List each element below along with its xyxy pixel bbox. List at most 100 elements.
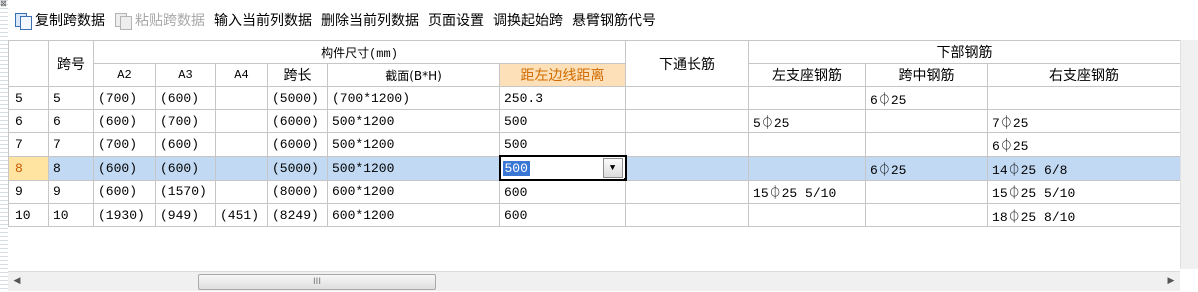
a3-cell[interactable]: (600): [155, 132, 216, 157]
table-row[interactable]: 7 7 (700) (600) (6000) 500*1200 500 6⏀25: [8, 132, 1180, 157]
left-distance-combo[interactable]: 500 ▼: [502, 158, 623, 178]
a3-cell[interactable]: (700): [155, 109, 216, 133]
span-length-cell[interactable]: (5000): [267, 86, 328, 110]
left-distance-cell[interactable]: 500: [498, 109, 627, 133]
page-setup-button[interactable]: 页面设置: [424, 7, 489, 33]
a2-cell[interactable]: (600): [93, 109, 156, 133]
a4-cell[interactable]: [215, 109, 268, 133]
a3-cell[interactable]: (949): [155, 203, 216, 227]
delete-column-button[interactable]: 删除当前列数据: [317, 7, 424, 33]
a2-cell[interactable]: (1930): [93, 203, 156, 227]
left-distance-cell[interactable]: 500: [498, 132, 627, 157]
row-number[interactable]: 8: [8, 155, 49, 181]
paste-span-button[interactable]: 粘贴跨数据: [110, 7, 210, 33]
span-length-cell[interactable]: (6000): [267, 132, 328, 157]
bottom-long-cell[interactable]: [625, 132, 750, 157]
overflow-icon[interactable]: ⊠: [0, 0, 8, 8]
table-row[interactable]: 9 9 (600) (1570) (8000) 600*1200 600 15⏀25 5/10…: [8, 179, 1180, 204]
row-number[interactable]: 7: [8, 132, 49, 157]
left-distance-cell[interactable]: 600: [498, 179, 627, 204]
dropdown-arrow-icon[interactable]: ▼: [602, 158, 623, 178]
right-seat-cell[interactable]: 14⏀25 6/8: [987, 155, 1180, 181]
right-seat-cell[interactable]: 6⏀25: [987, 132, 1180, 157]
section-cell[interactable]: 500*1200: [327, 132, 500, 157]
row-number[interactable]: 5: [8, 86, 49, 110]
table-row[interactable]: 10 10 (1930) (949) (451) (8249) 600*1200 600 18⏀…: [8, 203, 1180, 227]
a4-cell[interactable]: [215, 179, 268, 204]
toolbar-gripper[interactable]: [0, 0, 8, 292]
section-cell[interactable]: 600*1200: [327, 179, 500, 204]
vertical-scrollbar[interactable]: [1180, 40, 1198, 269]
left-distance-cell[interactable]: 250.3: [498, 86, 627, 110]
mid-span-cell[interactable]: 6⏀25: [865, 155, 989, 181]
mid-span-cell[interactable]: [865, 132, 989, 157]
span-length-cell[interactable]: (5000): [267, 155, 328, 181]
span-no-cell[interactable]: 7: [48, 132, 94, 157]
span-length-cell[interactable]: (6000): [267, 109, 328, 133]
left-seat-cell[interactable]: [748, 203, 867, 227]
input-column-button[interactable]: 输入当前列数据: [210, 7, 317, 33]
right-seat-cell[interactable]: [987, 86, 1180, 110]
toolbar: 复制跨数据 粘贴跨数据 输入当前列数据 删除当前列数据 页面设置 调换起始跨 悬…: [10, 0, 1198, 40]
span-no-cell[interactable]: 9: [48, 179, 94, 204]
bottom-long-cell[interactable]: [625, 155, 750, 181]
a4-cell[interactable]: [215, 155, 268, 181]
span-no-cell[interactable]: 6: [48, 109, 94, 133]
left-seat-cell[interactable]: 15⏀25 5/10: [748, 179, 867, 204]
span-no-cell[interactable]: 10: [48, 203, 94, 227]
a4-cell[interactable]: [215, 86, 268, 110]
span-no-cell[interactable]: 5: [48, 86, 94, 110]
table-row[interactable]: 8 8 (600) (600) (5000) 500*1200 500 ▼ 6⏀25 14⏀25 …: [8, 155, 1180, 181]
scroll-right-arrow-icon[interactable]: ▶: [1164, 274, 1178, 288]
a4-cell[interactable]: [215, 132, 268, 157]
mid-span-cell[interactable]: [865, 109, 989, 133]
mid-span-cell[interactable]: 6⏀25: [865, 86, 989, 110]
left-distance-input[interactable]: 500: [502, 160, 530, 176]
scroll-thumb[interactable]: III: [198, 274, 436, 290]
left-seat-cell[interactable]: [748, 86, 867, 110]
span-no-cell[interactable]: 8: [48, 155, 94, 181]
row-number[interactable]: 10: [8, 203, 49, 227]
right-seat-cell[interactable]: 18⏀25 8/10: [987, 203, 1180, 227]
span-length-cell[interactable]: (8249): [267, 203, 328, 227]
left-seat-cell[interactable]: 5⏀25: [748, 109, 867, 133]
swap-start-span-button[interactable]: 调换起始跨: [489, 7, 568, 33]
right-seat-cell[interactable]: 7⏀25: [987, 109, 1180, 133]
a3-cell[interactable]: (600): [155, 86, 216, 110]
left-distance-editor[interactable]: 500 ▼: [498, 155, 627, 181]
a3-cell[interactable]: (600): [155, 155, 216, 181]
horizontal-scrollbar[interactable]: ◀ III ▶: [8, 271, 1180, 291]
a2-cell[interactable]: (700): [93, 132, 156, 157]
section-cell[interactable]: (700*1200): [327, 86, 500, 110]
bottom-long-cell[interactable]: [625, 179, 750, 204]
bottom-long-cell[interactable]: [625, 86, 750, 110]
left-seat-cell[interactable]: [748, 155, 867, 181]
table-row[interactable]: 5 5 (700) (600) (5000) (700*1200) 250.3 6⏀25: [8, 86, 1180, 110]
cantilever-rebar-button[interactable]: 悬臂钢筋代号: [568, 7, 661, 33]
row-number[interactable]: 9: [8, 179, 49, 204]
section-cell[interactable]: 500*1200: [327, 109, 500, 133]
header-a3: A3: [155, 63, 216, 87]
a2-cell[interactable]: (700): [93, 86, 156, 110]
paste-icon: [114, 12, 132, 30]
table-row[interactable]: 6 6 (600) (700) (6000) 500*1200 500 5⏀25 7⏀25: [8, 109, 1180, 133]
a3-cell[interactable]: (1570): [155, 179, 216, 204]
copy-span-button[interactable]: 复制跨数据: [10, 7, 110, 33]
left-distance-cell[interactable]: 600: [498, 203, 627, 227]
span-length-cell[interactable]: (8000): [267, 179, 328, 204]
a2-cell[interactable]: (600): [93, 179, 156, 204]
left-seat-cell[interactable]: [748, 132, 867, 157]
mid-span-cell[interactable]: [865, 179, 989, 204]
fill-handle[interactable]: [624, 178, 626, 180]
bottom-long-cell[interactable]: [625, 203, 750, 227]
right-seat-cell[interactable]: 15⏀25 5/10: [987, 179, 1180, 204]
a4-cell[interactable]: (451): [215, 203, 268, 227]
a2-cell[interactable]: (600): [93, 155, 156, 181]
span-data-grid: 跨号 构件尺寸(mm) 下通长筋 下部钢筋 A2 A3 A4 跨长 截面(B*H…: [8, 40, 1180, 269]
row-number[interactable]: 6: [8, 109, 49, 133]
mid-span-cell[interactable]: [865, 203, 989, 227]
bottom-long-cell[interactable]: [625, 109, 750, 133]
section-cell[interactable]: 500*1200: [327, 155, 500, 181]
scroll-left-arrow-icon[interactable]: ◀: [10, 274, 24, 288]
section-cell[interactable]: 600*1200: [327, 203, 500, 227]
